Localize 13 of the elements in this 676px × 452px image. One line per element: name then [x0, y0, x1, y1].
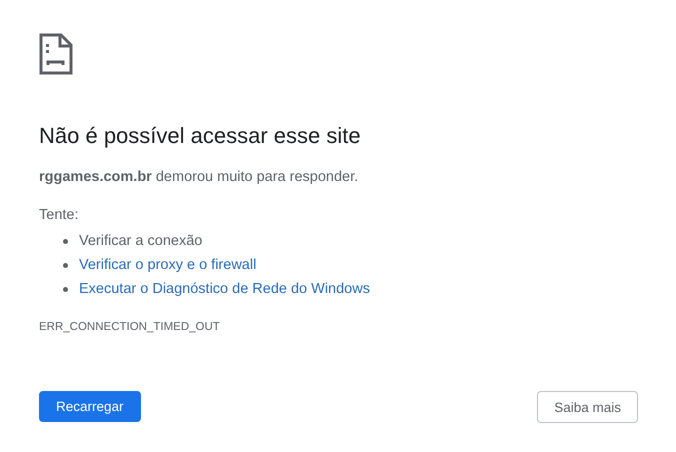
- bullet-icon: [63, 262, 68, 268]
- reload-button[interactable]: Recarregar: [39, 391, 141, 422]
- bullet-icon: [63, 286, 68, 292]
- bullet-icon: [63, 238, 68, 244]
- sad-page-icon: [39, 33, 73, 75]
- suggestion-text: Verificar a conexão: [79, 233, 202, 249]
- suggestion-link[interactable]: Executar o Diagnóstico de Rede do Windows: [79, 281, 370, 297]
- error-code: ERR_CONNECTION_TIMED_OUT: [39, 321, 220, 333]
- error-summary: rggames.com.br demorou muito para responder.: [39, 168, 360, 187]
- suggestion-link[interactable]: Verificar o proxy e o firewall: [79, 257, 256, 273]
- learn-more-button[interactable]: Saiba mais: [537, 391, 638, 423]
- suggestions-label: Tente:: [39, 206, 78, 225]
- error-heading: Não é possível acessar esse site: [39, 122, 362, 150]
